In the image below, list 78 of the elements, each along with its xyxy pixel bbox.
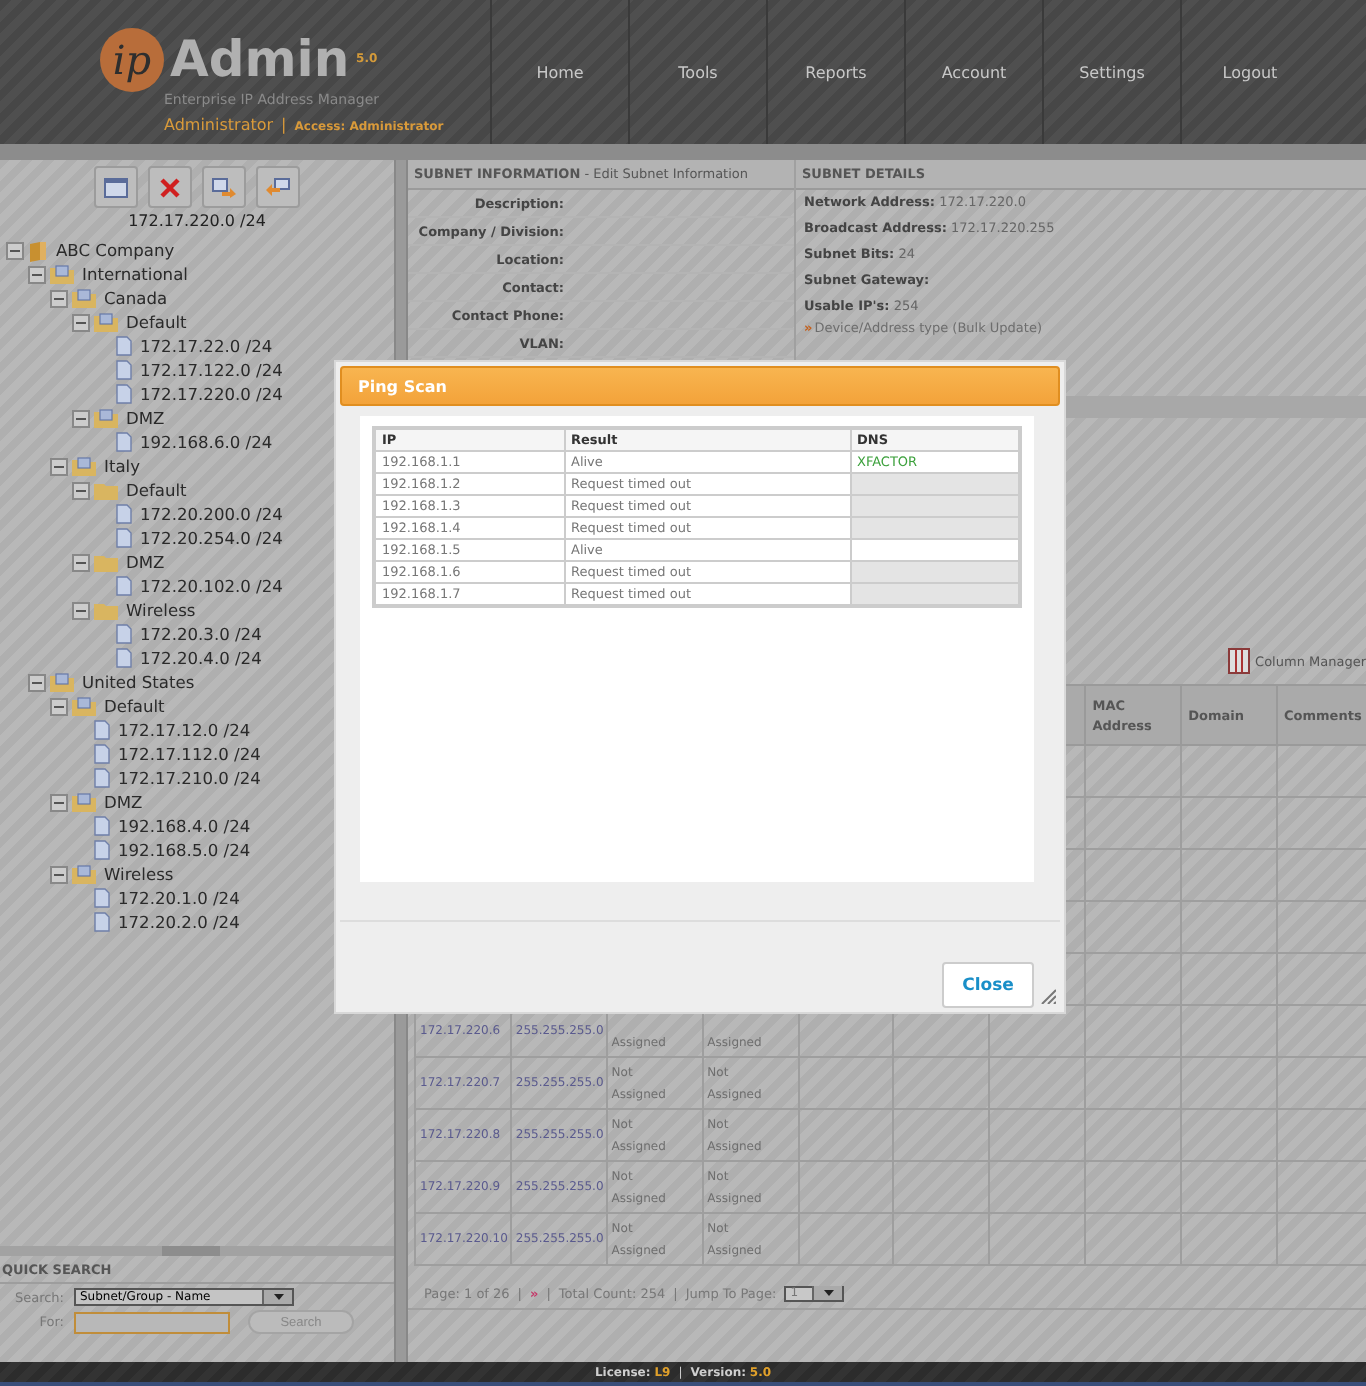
tree-item[interactable]: 172.20.102.0 /24 xyxy=(140,576,283,596)
tree-item[interactable]: 172.17.210.0 /24 xyxy=(118,768,261,788)
folder-icon xyxy=(94,312,118,332)
book-icon xyxy=(28,239,48,261)
tree-item[interactable]: 172.20.254.0 /24 xyxy=(140,528,283,548)
folder-icon xyxy=(94,480,118,500)
folder-icon xyxy=(94,408,118,428)
tree-item[interactable]: Default xyxy=(126,312,187,332)
arrow-icon xyxy=(212,177,236,197)
collapse-icon[interactable] xyxy=(50,457,68,475)
user-role: Administrator xyxy=(164,116,274,134)
logo-mark: ip xyxy=(100,28,164,92)
collapse-icon[interactable] xyxy=(6,241,24,259)
tree-item[interactable]: 192.168.6.0 /24 xyxy=(140,432,273,452)
collapse-icon[interactable] xyxy=(72,481,90,499)
cross-icon xyxy=(160,177,180,197)
collapse-icon[interactable] xyxy=(50,697,68,715)
tree-item[interactable]: 172.17.122.0 /24 xyxy=(140,360,283,380)
collapse-icon[interactable] xyxy=(72,409,90,427)
collapse-icon[interactable] xyxy=(72,313,90,331)
tree-item[interactable]: Italy xyxy=(104,456,140,476)
tree-item[interactable]: Default xyxy=(126,480,187,500)
tree-item[interactable]: 172.17.220.0 /24 xyxy=(140,384,283,404)
separator-text: | xyxy=(281,116,287,134)
tree-item[interactable]: 172.17.22.0 /24 xyxy=(140,336,273,356)
document-icon xyxy=(116,432,132,452)
caret-icon xyxy=(823,1290,834,1296)
collapse-icon[interactable] xyxy=(72,553,90,571)
toolbar-button[interactable] xyxy=(256,166,300,208)
tree-item[interactable]: 172.20.2.0 /24 xyxy=(118,912,240,932)
tree-item[interactable]: Canada xyxy=(104,288,168,308)
folder-icon xyxy=(72,792,96,812)
tree-item[interactable]: 172.20.4.0 /24 xyxy=(140,648,262,668)
folder-icon xyxy=(50,264,74,284)
tree-item[interactable]: 172.20.1.0 /24 xyxy=(118,888,240,908)
search-field[interactable] xyxy=(74,1311,230,1333)
tree-item[interactable]: ABC Company xyxy=(56,240,175,260)
collapse-icon[interactable] xyxy=(50,865,68,883)
swap-icon xyxy=(266,177,290,197)
dialog-title: Ping Scan xyxy=(340,366,1060,407)
columns-icon[interactable] xyxy=(1227,648,1250,674)
horizontal-scrollbar[interactable] xyxy=(0,1246,394,1256)
folder-icon xyxy=(94,600,118,620)
tree-item[interactable]: 172.20.200.0 /24 xyxy=(140,504,283,524)
collapse-icon[interactable] xyxy=(50,793,68,811)
current-subnet: 172.17.220.0 /24 xyxy=(126,210,268,234)
collapse-icon[interactable] xyxy=(28,673,46,691)
tree-item[interactable]: 192.168.4.0 /24 xyxy=(118,816,251,836)
close-button[interactable]: Close xyxy=(942,962,1034,1008)
document-icon xyxy=(116,576,132,596)
tree-item[interactable]: United States xyxy=(82,672,195,692)
collapse-icon[interactable] xyxy=(50,289,68,307)
caret-icon xyxy=(273,1294,283,1300)
folder-icon xyxy=(50,672,74,692)
tree-item[interactable]: DMZ xyxy=(104,792,143,812)
toolbar-button[interactable] xyxy=(148,166,192,208)
resize-grip-icon[interactable] xyxy=(1040,988,1056,1004)
collapse-icon[interactable] xyxy=(28,265,46,283)
toolbar-button[interactable] xyxy=(94,166,138,208)
tree-item[interactable]: Wireless xyxy=(126,600,196,620)
folder-icon xyxy=(72,456,96,476)
tree-item[interactable]: International xyxy=(82,264,188,284)
tree-item[interactable]: DMZ xyxy=(126,408,165,428)
folder-icon xyxy=(94,552,118,572)
tree-item[interactable]: 172.20.3.0 /24 xyxy=(140,624,262,644)
toolbar-button[interactable] xyxy=(202,166,246,208)
window-icon xyxy=(104,177,128,197)
scrollbar-thumb[interactable] xyxy=(162,1246,220,1256)
folder-icon xyxy=(72,288,96,308)
folder-icon xyxy=(72,864,96,884)
tree-item[interactable]: 192.168.5.0 /24 xyxy=(118,840,251,860)
tree-item[interactable]: Default xyxy=(104,696,165,716)
tree-item[interactable]: DMZ xyxy=(126,552,165,572)
collapse-icon[interactable] xyxy=(72,601,90,619)
tree-item[interactable]: 172.17.12.0 /24 xyxy=(118,720,251,740)
tree-item[interactable]: Wireless xyxy=(104,864,174,884)
tree-item[interactable]: 172.17.112.0 /24 xyxy=(118,744,261,764)
folder-icon xyxy=(72,696,96,716)
